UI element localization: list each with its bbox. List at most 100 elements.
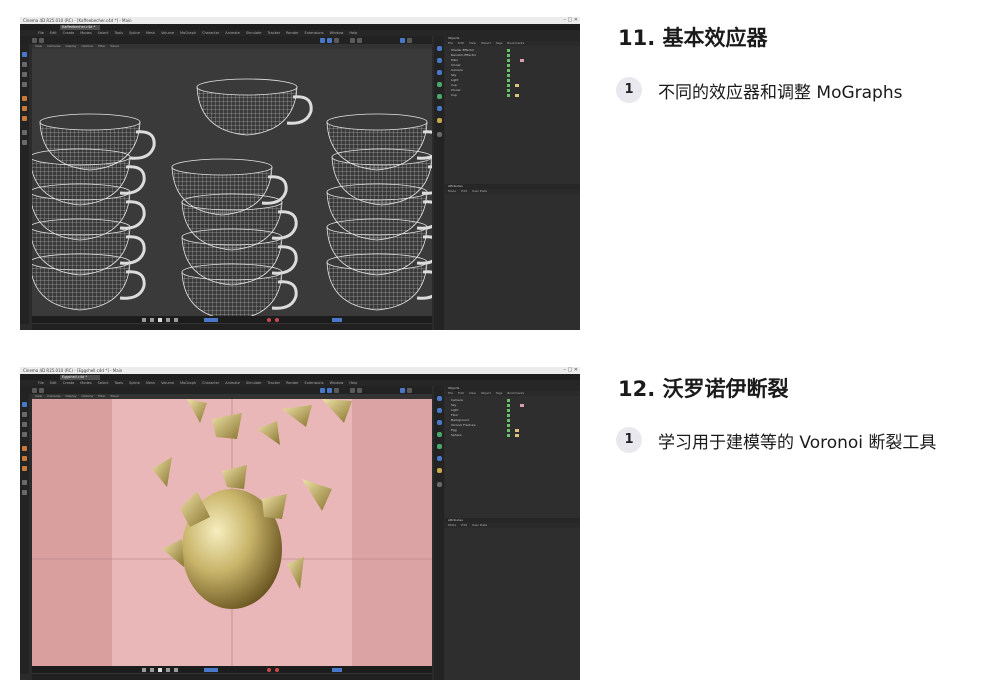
visible-check-icon[interactable] xyxy=(507,94,510,97)
points-mode-icon[interactable] xyxy=(22,446,27,451)
menu-item[interactable]: Mesh xyxy=(146,381,155,385)
undo-icon[interactable] xyxy=(32,37,37,43)
next-frame-icon[interactable] xyxy=(166,317,170,322)
menu-item[interactable]: Animate xyxy=(225,31,240,35)
render-settings-icon[interactable] xyxy=(357,37,362,43)
polygons-mode-icon[interactable] xyxy=(22,116,27,121)
effector-icon[interactable] xyxy=(436,94,442,99)
menu-item[interactable]: File xyxy=(38,381,44,385)
window-controls[interactable]: – □ ✕ xyxy=(563,367,578,374)
menu-item[interactable]: Help xyxy=(349,381,357,385)
autokey-icon[interactable] xyxy=(275,317,279,322)
visible-check-icon[interactable] xyxy=(507,79,510,82)
material-tag-icon[interactable] xyxy=(520,59,524,62)
effector-icon[interactable] xyxy=(436,444,442,449)
menu-item[interactable]: Help xyxy=(349,31,357,35)
previous-frame-icon[interactable] xyxy=(150,317,154,322)
panel-menu-item[interactable]: Tags xyxy=(496,41,503,45)
menu-item[interactable]: Create xyxy=(63,31,75,35)
deformer-icon[interactable] xyxy=(436,456,442,461)
timeline-ruler[interactable] xyxy=(32,323,432,330)
redo-icon[interactable] xyxy=(39,37,44,43)
go-to-end-icon[interactable] xyxy=(174,667,178,672)
render-icon[interactable] xyxy=(350,37,355,43)
material-tag-icon[interactable] xyxy=(520,404,524,407)
go-to-end-icon[interactable] xyxy=(174,317,178,322)
scale-tool-icon[interactable] xyxy=(22,432,27,437)
visible-check-icon[interactable] xyxy=(507,424,510,427)
menu-item[interactable]: Simulate xyxy=(246,381,261,385)
menu-item[interactable]: Render xyxy=(286,31,298,35)
menu-item[interactable]: Window xyxy=(330,381,344,385)
viewport-menu-item[interactable]: Display xyxy=(65,394,76,398)
maximize-icon[interactable]: □ xyxy=(567,17,572,23)
axis-icon[interactable] xyxy=(22,140,27,145)
visible-check-icon[interactable] xyxy=(507,64,510,67)
visible-check-icon[interactable] xyxy=(507,414,510,417)
menu-item[interactable]: File xyxy=(38,31,44,35)
panel-menu-item[interactable]: View xyxy=(469,41,476,45)
minimize-icon[interactable]: – xyxy=(563,17,566,23)
panel-menu-item[interactable]: Object xyxy=(481,391,491,395)
menu-item[interactable]: Create xyxy=(63,381,75,385)
menu-item[interactable]: Extensions xyxy=(305,381,324,385)
viewport-menu-item[interactable]: Cameras xyxy=(47,394,60,398)
panel-menu-item[interactable]: Edit xyxy=(461,189,467,193)
menu-item[interactable]: Tools xyxy=(114,31,123,35)
menu-item[interactable]: Select xyxy=(98,381,109,385)
move-tool-icon[interactable] xyxy=(22,412,27,417)
snap-icon[interactable] xyxy=(22,480,27,485)
panel-menu-item[interactable]: Mode xyxy=(448,523,456,527)
pen-icon[interactable] xyxy=(407,37,412,43)
light-icon[interactable] xyxy=(436,468,442,473)
camera-icon[interactable] xyxy=(436,482,442,487)
menu-item[interactable]: Tools xyxy=(114,381,123,385)
visible-check-icon[interactable] xyxy=(507,59,510,62)
object-row[interactable]: Cup xyxy=(445,93,580,98)
select-tool-icon[interactable] xyxy=(22,402,27,407)
next-frame-icon[interactable] xyxy=(166,667,170,672)
visible-check-icon[interactable] xyxy=(507,419,510,422)
pen-icon[interactable] xyxy=(436,58,442,63)
visible-check-icon[interactable] xyxy=(507,74,510,77)
points-mode-icon[interactable] xyxy=(22,96,27,101)
menu-item[interactable]: Spline xyxy=(129,381,140,385)
menu-item[interactable]: Spline xyxy=(129,31,140,35)
visible-check-icon[interactable] xyxy=(507,49,510,52)
visible-check-icon[interactable] xyxy=(507,409,510,412)
minimize-icon[interactable]: – xyxy=(563,367,566,373)
rotate-tool-icon[interactable] xyxy=(327,387,332,393)
material-tag-icon[interactable] xyxy=(515,94,519,97)
frame-field[interactable] xyxy=(204,317,218,322)
window-controls[interactable]: – □ ✕ xyxy=(563,17,578,24)
panel-menu-item[interactable]: Tags xyxy=(496,391,503,395)
play-icon[interactable] xyxy=(158,317,162,322)
edges-mode-icon[interactable] xyxy=(22,106,27,111)
previous-frame-icon[interactable] xyxy=(150,667,154,672)
scale-tool-icon[interactable] xyxy=(334,387,339,393)
menu-item[interactable]: Animate xyxy=(225,381,240,385)
menu-item[interactable]: Select xyxy=(98,31,109,35)
panel-menu-item[interactable]: User Data xyxy=(472,189,487,193)
menu-item[interactable]: Modes xyxy=(80,381,91,385)
menu-item[interactable]: Character xyxy=(202,31,219,35)
panel-menu-item[interactable]: Edit xyxy=(458,391,464,395)
edges-mode-icon[interactable] xyxy=(22,456,27,461)
light-icon[interactable] xyxy=(436,118,442,123)
subdivision-icon[interactable] xyxy=(436,420,442,425)
move-tool-icon[interactable] xyxy=(22,62,27,67)
close-icon[interactable]: ✕ xyxy=(574,367,578,373)
rotate-tool-icon[interactable] xyxy=(327,37,332,43)
play-icon[interactable] xyxy=(158,667,162,672)
panel-menu-item[interactable]: Edit xyxy=(458,41,464,45)
object-row[interactable]: Sphere xyxy=(445,433,580,438)
material-tag-icon[interactable] xyxy=(515,434,519,437)
menu-item[interactable]: Window xyxy=(330,31,344,35)
menu-item[interactable]: Tracker xyxy=(267,31,280,35)
menu-item[interactable]: Character xyxy=(202,381,219,385)
material-tag-icon[interactable] xyxy=(515,84,519,87)
go-to-start-icon[interactable] xyxy=(142,317,146,322)
render-settings-icon[interactable] xyxy=(357,387,362,393)
visible-check-icon[interactable] xyxy=(507,84,510,87)
visible-check-icon[interactable] xyxy=(507,404,510,407)
